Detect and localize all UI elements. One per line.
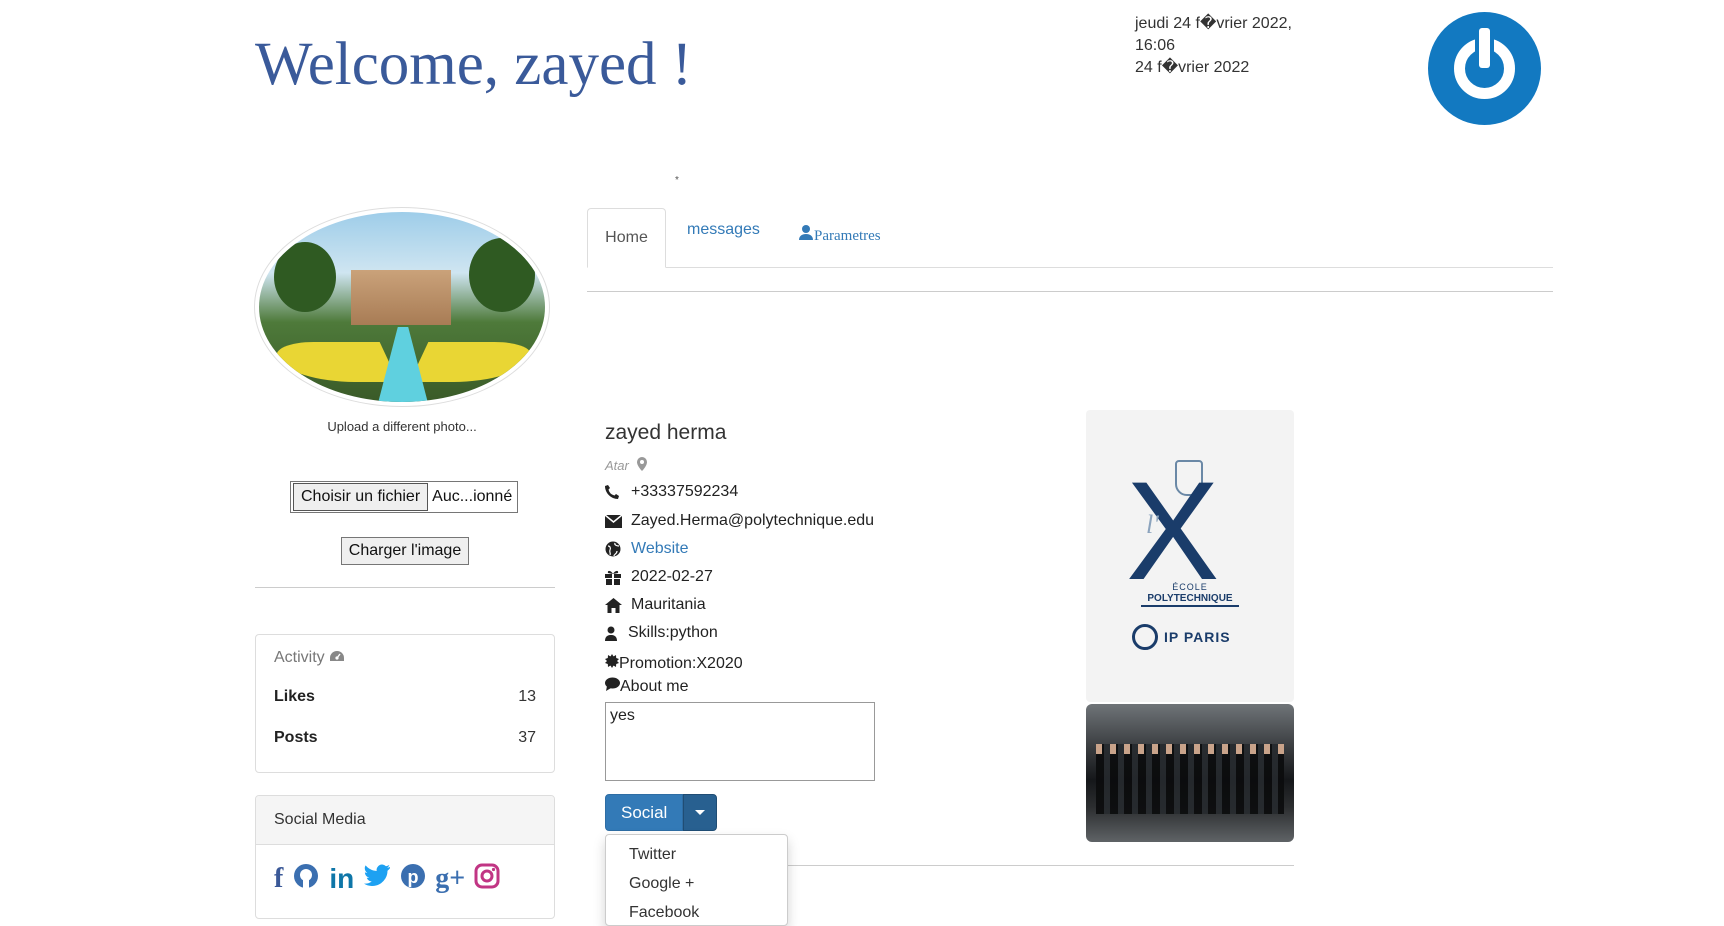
- choose-file-button[interactable]: Choisir un fichier: [293, 483, 429, 511]
- tab-messages[interactable]: messages: [687, 221, 760, 239]
- dashboard-icon: [329, 649, 345, 666]
- user-icon: [605, 626, 628, 641]
- welcome-title: Welcome, zayed !: [255, 31, 693, 98]
- date-line-2: 24 f�vrier 2022: [1135, 59, 1250, 76]
- website-link[interactable]: Website: [631, 540, 689, 558]
- tab-home[interactable]: Home: [587, 208, 666, 268]
- divider: [255, 587, 555, 588]
- instagram-icon[interactable]: [474, 863, 500, 895]
- birthday-row: 2022-02-27: [605, 568, 713, 586]
- promotion-row: Promotion:X2020: [605, 654, 743, 673]
- polytechnique-logo: X l' ÉCOLE POLYTECHNIQUE IP PARIS: [1086, 410, 1294, 702]
- city-label: Atar: [605, 458, 629, 473]
- activity-row-posts: Posts 37: [274, 729, 536, 747]
- logo-divider: [1141, 605, 1239, 607]
- globe-icon: [605, 541, 631, 557]
- country-row: Mauritania: [605, 596, 706, 614]
- tab-parametres[interactable]: Parametres: [798, 224, 881, 245]
- social-button-label[interactable]: Social: [605, 794, 684, 831]
- ip-paris-icon: [1132, 624, 1158, 650]
- email-row: Zayed.Herma@polytechnique.edu: [605, 512, 874, 530]
- logo-ecole: ÉCOLE: [1172, 582, 1208, 592]
- user-icon: [798, 224, 814, 245]
- tabs-border: [587, 267, 1553, 268]
- ip-paris-logo: IP PARIS: [1132, 624, 1231, 650]
- time: 16:06: [1135, 37, 1176, 54]
- about-textarea[interactable]: yes: [605, 702, 875, 781]
- l-prime-mark: l': [1146, 510, 1159, 539]
- caret-down-icon[interactable]: [683, 794, 718, 831]
- profile-name: zayed herma: [605, 421, 727, 444]
- file-input[interactable]: Choisir un fichier Auc...ionné: [290, 481, 518, 513]
- upload-label: Upload a different photo...: [327, 419, 477, 434]
- dropdown-item-twitter[interactable]: Twitter: [629, 846, 676, 864]
- social-dropdown-button[interactable]: Social: [605, 794, 718, 831]
- activity-value: 37: [518, 729, 536, 746]
- cadets-photo: [1086, 704, 1294, 842]
- social-media-panel: Social Media f in p g+: [255, 795, 555, 919]
- tab-parametres-label: Parametres: [814, 228, 881, 244]
- phone-number: +33337592234: [631, 483, 739, 500]
- social-media-title: Social Media: [256, 796, 554, 845]
- phone-icon: [605, 485, 631, 499]
- activity-row-likes: Likes 13: [274, 688, 536, 706]
- logo-polytechnique: POLYTECHNIQUE: [1147, 593, 1233, 604]
- github-icon[interactable]: [292, 862, 320, 896]
- dropdown-item-facebook[interactable]: Facebook: [629, 904, 699, 922]
- divider: [787, 865, 1294, 866]
- skills-row: Skills:python: [605, 624, 718, 642]
- upload-image-button[interactable]: Charger l'image: [341, 537, 469, 565]
- certificate-icon: [605, 654, 619, 673]
- file-name: Auc...ionné: [432, 488, 513, 505]
- dropdown-item-google-plus[interactable]: Google +: [629, 875, 694, 893]
- about-label: About me: [620, 677, 689, 695]
- website-row: Website: [605, 540, 689, 558]
- email-address: Zayed.Herma@polytechnique.edu: [631, 512, 875, 529]
- social-dropdown-menu: Twitter Google + Facebook: [605, 834, 788, 926]
- logout-power-icon[interactable]: [1428, 12, 1541, 125]
- map-marker-icon: [636, 457, 647, 474]
- envelope-icon: [605, 514, 631, 528]
- activity-title: Activity: [274, 649, 345, 667]
- activity-label: Likes: [274, 688, 315, 705]
- home-icon: [605, 597, 631, 613]
- ip-paris-text: IP PARIS: [1164, 629, 1231, 645]
- skills-text: Skills:python: [628, 624, 718, 641]
- pinterest-icon[interactable]: p: [400, 863, 426, 895]
- divider: [587, 291, 1553, 292]
- comment-icon: [605, 677, 620, 696]
- x-logo-mark: X: [1126, 452, 1220, 609]
- activity-value: 13: [518, 688, 536, 705]
- date-time: jeudi 24 f�vrier 2022, 16:06 24 f�vrier …: [1135, 13, 1292, 79]
- twitter-icon[interactable]: [363, 864, 391, 894]
- profile-photo: [254, 207, 550, 407]
- linkedin-icon[interactable]: in: [329, 864, 354, 894]
- country-name: Mauritania: [631, 596, 706, 613]
- profile-city: Atar: [605, 457, 647, 474]
- gift-icon: [605, 569, 631, 585]
- phone-row: +33337592234: [605, 483, 738, 501]
- social-icon-list: f in p g+: [274, 862, 500, 896]
- birthday-date: 2022-02-27: [631, 568, 713, 585]
- promotion-text: Promotion:X2020: [619, 654, 743, 672]
- about-row: About me: [605, 677, 688, 696]
- activity-label: Posts: [274, 729, 318, 746]
- svg-text:p: p: [408, 867, 419, 887]
- stray-asterisk: *: [675, 175, 679, 186]
- google-plus-icon[interactable]: g+: [435, 864, 465, 894]
- activity-panel: Activity Likes 13 Posts 37: [255, 634, 555, 773]
- facebook-icon[interactable]: f: [274, 864, 283, 894]
- date-line-1: jeudi 24 f�vrier 2022,: [1135, 15, 1292, 32]
- activity-title-text: Activity: [274, 649, 325, 666]
